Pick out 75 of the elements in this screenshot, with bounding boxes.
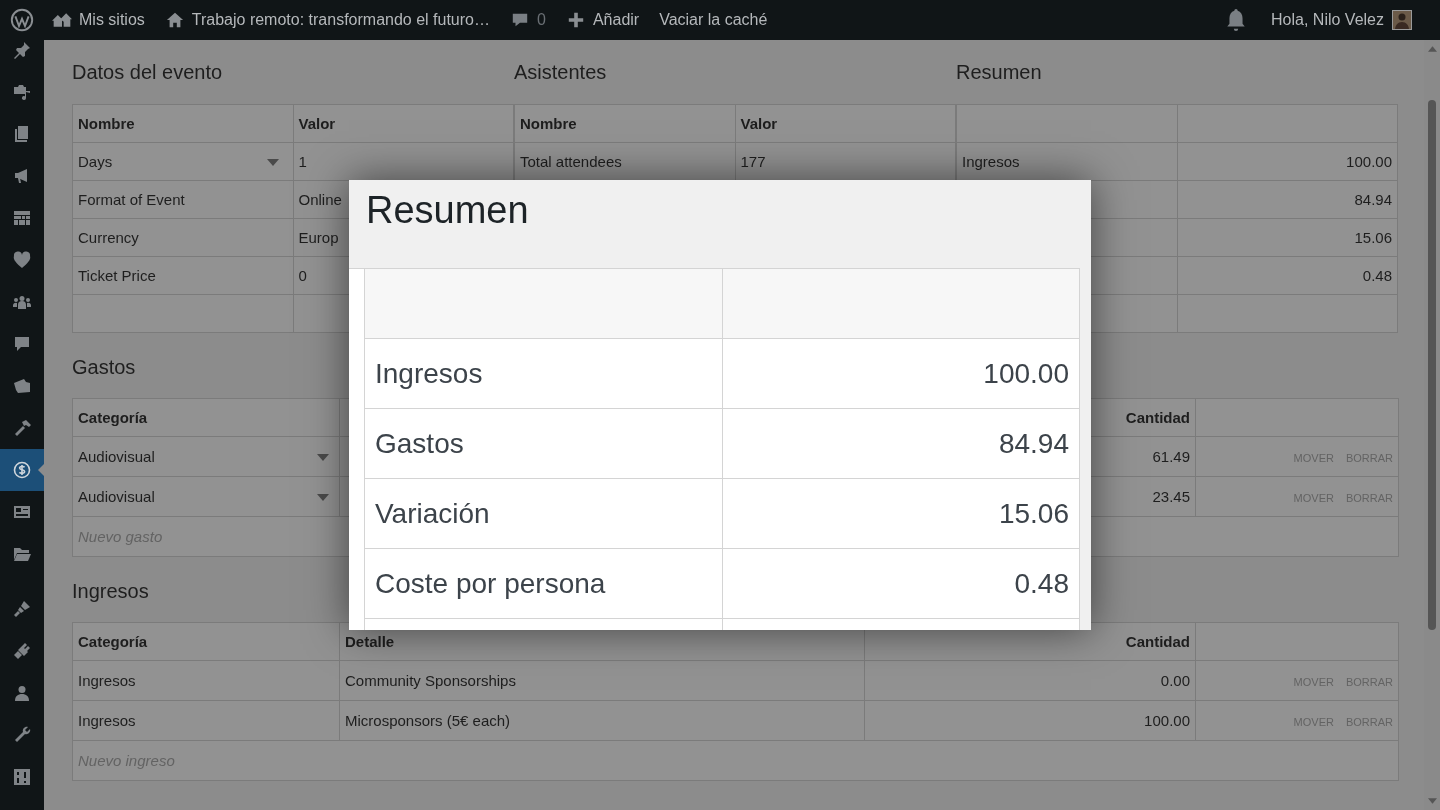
- column-header: Cantidad: [1125, 409, 1190, 426]
- table-cell: 100.00: [1144, 712, 1190, 729]
- table-cell: Audiovisual: [78, 488, 155, 505]
- table-cell: Currency: [78, 229, 139, 246]
- table-cell: Total attendees: [520, 153, 622, 170]
- column-header: Nombre: [520, 115, 577, 132]
- summary-label: Gastos: [375, 427, 464, 460]
- table-cell: 15.06: [1354, 229, 1392, 246]
- table-cell: 0.48: [1362, 267, 1392, 284]
- dialog-title: Resumen: [366, 188, 530, 232]
- column-header: Cantidad: [1125, 633, 1190, 650]
- new-link[interactable]: Añadir: [565, 11, 640, 29]
- wordpress-logo-icon[interactable]: [10, 8, 34, 32]
- site-name-link[interactable]: Trabajo remoto: transformando el futuro…: [164, 11, 490, 29]
- table-cell: Audiovisual: [78, 448, 155, 465]
- comment-icon: [12, 334, 32, 354]
- media-icon: [12, 82, 32, 102]
- table-cell: Ticket Price: [78, 267, 156, 284]
- table-cell: 1: [298, 153, 307, 170]
- table-cell: 177: [740, 153, 766, 170]
- table-cell: Europ: [298, 229, 339, 246]
- column-header: Valor: [740, 115, 778, 132]
- summary-label: Variación: [375, 497, 490, 530]
- account-link[interactable]: Hola, Nilo Velez: [1271, 11, 1384, 29]
- heart-icon: [12, 250, 32, 270]
- table-cell: 84.94: [1354, 191, 1392, 208]
- summary-label: Ingresos: [375, 357, 483, 390]
- table-cell: 0: [298, 267, 307, 284]
- summary-value: 100.00: [983, 357, 1069, 390]
- dropdown-caret-icon[interactable]: [266, 158, 279, 166]
- user-icon: [12, 683, 32, 703]
- houses-icon: [52, 11, 72, 29]
- column-header: Categoría: [78, 409, 148, 426]
- sidebar-item[interactable]: [0, 449, 44, 491]
- section-title: Gastos: [72, 355, 136, 380]
- column-header: Detalle: [345, 633, 395, 650]
- comments-link[interactable]: 0: [510, 11, 546, 29]
- bell-icon[interactable]: [1225, 8, 1248, 32]
- table-cell: Online: [298, 191, 342, 208]
- table-cell: 61.49: [1152, 448, 1190, 465]
- table-cell: 100.00: [1346, 153, 1392, 170]
- dropdown-caret-icon[interactable]: [317, 453, 329, 461]
- scrollbar-thumb[interactable]: [1428, 100, 1436, 630]
- clear-cache-link[interactable]: Vaciar la caché: [659, 11, 768, 29]
- summary-value: 84.94: [998, 427, 1069, 460]
- section-title: Asistentes: [514, 60, 607, 85]
- avatar[interactable]: [1392, 10, 1412, 30]
- pin-icon: [12, 40, 32, 60]
- column-header: Nombre: [78, 115, 135, 132]
- table-cell: Days: [78, 153, 113, 170]
- summary-label: Coste por persona: [375, 567, 606, 600]
- my-sites-link[interactable]: Mis sitios: [52, 11, 145, 29]
- plugin-icon: [12, 641, 32, 661]
- table-cell: 23.45: [1152, 488, 1190, 505]
- brush-icon: [12, 599, 32, 619]
- table-cell: 0.00: [1160, 672, 1190, 689]
- table-cell: Ingresos: [78, 712, 136, 729]
- grid-icon: [12, 208, 32, 228]
- dollar-icon: [12, 460, 32, 480]
- summary-value: 0.48: [1014, 567, 1069, 600]
- table-cell: Format of Event: [78, 191, 185, 208]
- sliders-icon: [12, 767, 32, 787]
- table-cell: Ingresos: [962, 153, 1020, 170]
- section-title: Ingresos: [72, 579, 149, 604]
- ticket-icon: [12, 376, 32, 396]
- section-title: Datos del evento: [72, 60, 223, 85]
- table-cell: Community Sponsorships: [345, 672, 516, 689]
- home-icon: [164, 11, 185, 29]
- summary-value: 15.06: [998, 497, 1069, 530]
- table-cell: Ingresos: [78, 672, 136, 689]
- table-cell: Microsponsors (5€ each): [345, 712, 511, 729]
- section-title: Resumen: [956, 60, 1042, 85]
- column-header: Valor: [298, 115, 336, 132]
- column-header: Categoría: [78, 633, 148, 650]
- dropdown-caret-icon[interactable]: [317, 493, 329, 501]
